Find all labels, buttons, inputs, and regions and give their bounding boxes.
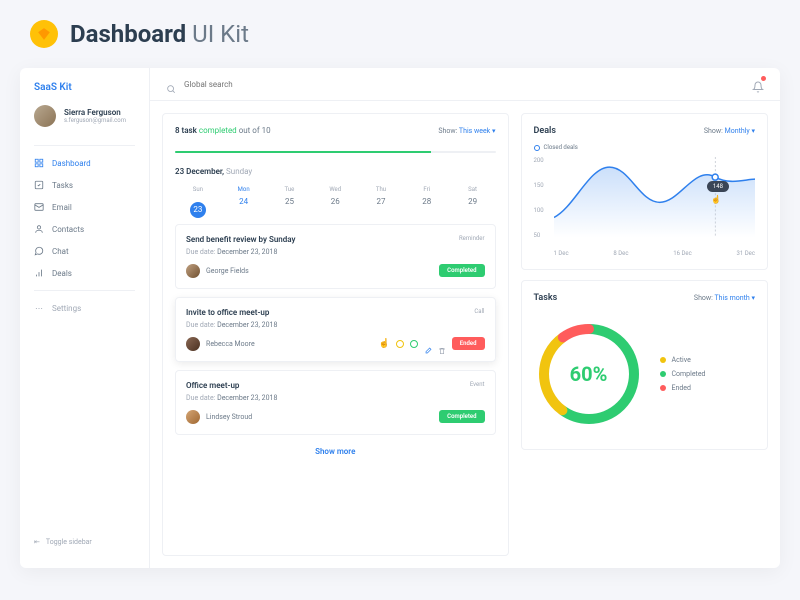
bars-icon <box>34 268 44 278</box>
mail-icon <box>34 202 44 212</box>
deals-card: Deals Show: Monthly ▾ Closed deals 20015… <box>521 113 769 270</box>
status-badge: Completed <box>439 264 484 277</box>
day-sat[interactable]: Sat29 <box>450 186 496 218</box>
chat-icon <box>34 246 44 256</box>
notification-dot <box>761 76 766 81</box>
nav-deals[interactable]: Deals <box>20 262 149 284</box>
nav-email[interactable]: Email <box>20 196 149 218</box>
notifications-button[interactable] <box>752 78 764 90</box>
card-title: Tasks <box>534 293 558 303</box>
avatar <box>186 410 200 424</box>
sidebar: SaaS Kit Sierra Ferguson s.ferguson@gmai… <box>20 68 150 568</box>
deals-chart: 20015010050 148 ☝ 1 Dec8 Dec16 Dec3 <box>534 157 756 257</box>
show-more-button[interactable]: Show more <box>175 443 496 460</box>
delete-button[interactable] <box>438 340 446 348</box>
topbar <box>150 68 780 101</box>
main: 8 task completed out of 10 Show: This we… <box>150 68 780 568</box>
nav-tasks[interactable]: Tasks <box>20 174 149 196</box>
donut-percent: 60% <box>570 362 608 386</box>
nav-item-label: Chat <box>52 247 69 256</box>
collapse-icon: ⇤ <box>34 538 40 546</box>
search-icon <box>166 79 176 89</box>
assignee: Lindsey Stroud <box>186 410 252 424</box>
tasks-calendar-card: 8 task completed out of 10 Show: This we… <box>162 113 509 556</box>
day-tue[interactable]: Tue25 <box>267 186 313 218</box>
user-name: Sierra Ferguson <box>64 108 126 117</box>
grid-icon <box>34 158 44 168</box>
show-period-select[interactable]: Show: This week ▾ <box>438 127 495 135</box>
status-badge: Ended <box>452 337 485 350</box>
nav-item-label: Tasks <box>52 181 73 190</box>
user-icon <box>34 224 44 234</box>
chevron-down-icon: ▾ <box>492 127 496 135</box>
search-input[interactable] <box>184 80 752 89</box>
nav-settings[interactable]: ⋯ Settings <box>20 297 149 319</box>
chart-legend: Closed deals <box>534 144 756 151</box>
brand-label: SaaS Kit <box>20 82 149 105</box>
nav-chat[interactable]: Chat <box>20 240 149 262</box>
chevron-down-icon: ▾ <box>751 127 755 135</box>
cursor-icon: ☝ <box>379 339 390 349</box>
cursor-icon: ☝ <box>711 195 721 204</box>
assignee: Rebecca Moore <box>186 337 255 351</box>
day-thu[interactable]: Thu27 <box>358 186 404 218</box>
avatar <box>34 105 56 127</box>
toggle-sidebar[interactable]: ⇤ Toggle sidebar <box>20 530 149 554</box>
day-fri[interactable]: Fri28 <box>404 186 450 218</box>
tasks-donut-chart: 60% <box>534 319 644 429</box>
task-summary: 8 task completed out of 10 <box>175 126 271 135</box>
week-row: Sun23 Mon24 Tue25 Wed26 Thu27 Fri28 Sat2… <box>175 186 496 218</box>
user-profile[interactable]: Sierra Ferguson s.ferguson@gmail.com <box>20 105 149 139</box>
nav-dashboard[interactable]: Dashboard <box>20 152 149 174</box>
show-period-select[interactable]: Show: This month ▾ <box>694 294 755 302</box>
assignee: George Fields <box>186 264 249 278</box>
day-mon[interactable]: Mon24 <box>221 186 267 218</box>
current-date: 23 December, Sunday <box>175 167 496 176</box>
nav-item-label: Deals <box>52 269 72 278</box>
app-window: SaaS Kit Sierra Ferguson s.ferguson@gmai… <box>20 68 780 568</box>
nav-item-label: Contacts <box>52 225 84 234</box>
avatar <box>186 264 200 278</box>
nav-item-label: Dashboard <box>52 159 91 168</box>
user-email: s.ferguson@gmail.com <box>64 117 126 124</box>
sketch-logo-icon <box>30 20 58 48</box>
day-wed[interactable]: Wed26 <box>312 186 358 218</box>
edit-button[interactable] <box>424 340 432 348</box>
status-complete-button[interactable] <box>410 340 418 348</box>
task-item[interactable]: Send benefit review by SundayReminder Du… <box>175 224 496 289</box>
task-item[interactable]: Invite to office meet-upCall Due date: D… <box>175 297 496 362</box>
day-sun[interactable]: Sun23 <box>175 186 221 218</box>
card-title: Deals <box>534 126 557 136</box>
avatar <box>186 337 200 351</box>
show-period-select[interactable]: Show: Monthly ▾ <box>704 127 755 135</box>
donut-legend: Active Completed Ended <box>660 356 706 392</box>
dots-icon: ⋯ <box>34 303 44 313</box>
nav: Dashboard Tasks Email Contacts Chat Deal… <box>20 152 149 319</box>
page-title: Dashboard UI Kit <box>70 20 249 48</box>
nav-item-label: Email <box>52 203 72 212</box>
progress-bar <box>175 151 496 153</box>
chevron-down-icon: ▾ <box>751 294 755 302</box>
status-active-button[interactable] <box>396 340 404 348</box>
status-badge: Completed <box>439 410 484 423</box>
nav-contacts[interactable]: Contacts <box>20 218 149 240</box>
nav-item-label: Settings <box>52 304 81 313</box>
checklist-icon <box>34 180 44 190</box>
tasks-donut-card: Tasks Show: This month ▾ 60% <box>521 280 769 450</box>
task-item[interactable]: Office meet-upEvent Due date: December 2… <box>175 370 496 435</box>
chart-tooltip: 148 <box>707 181 729 192</box>
